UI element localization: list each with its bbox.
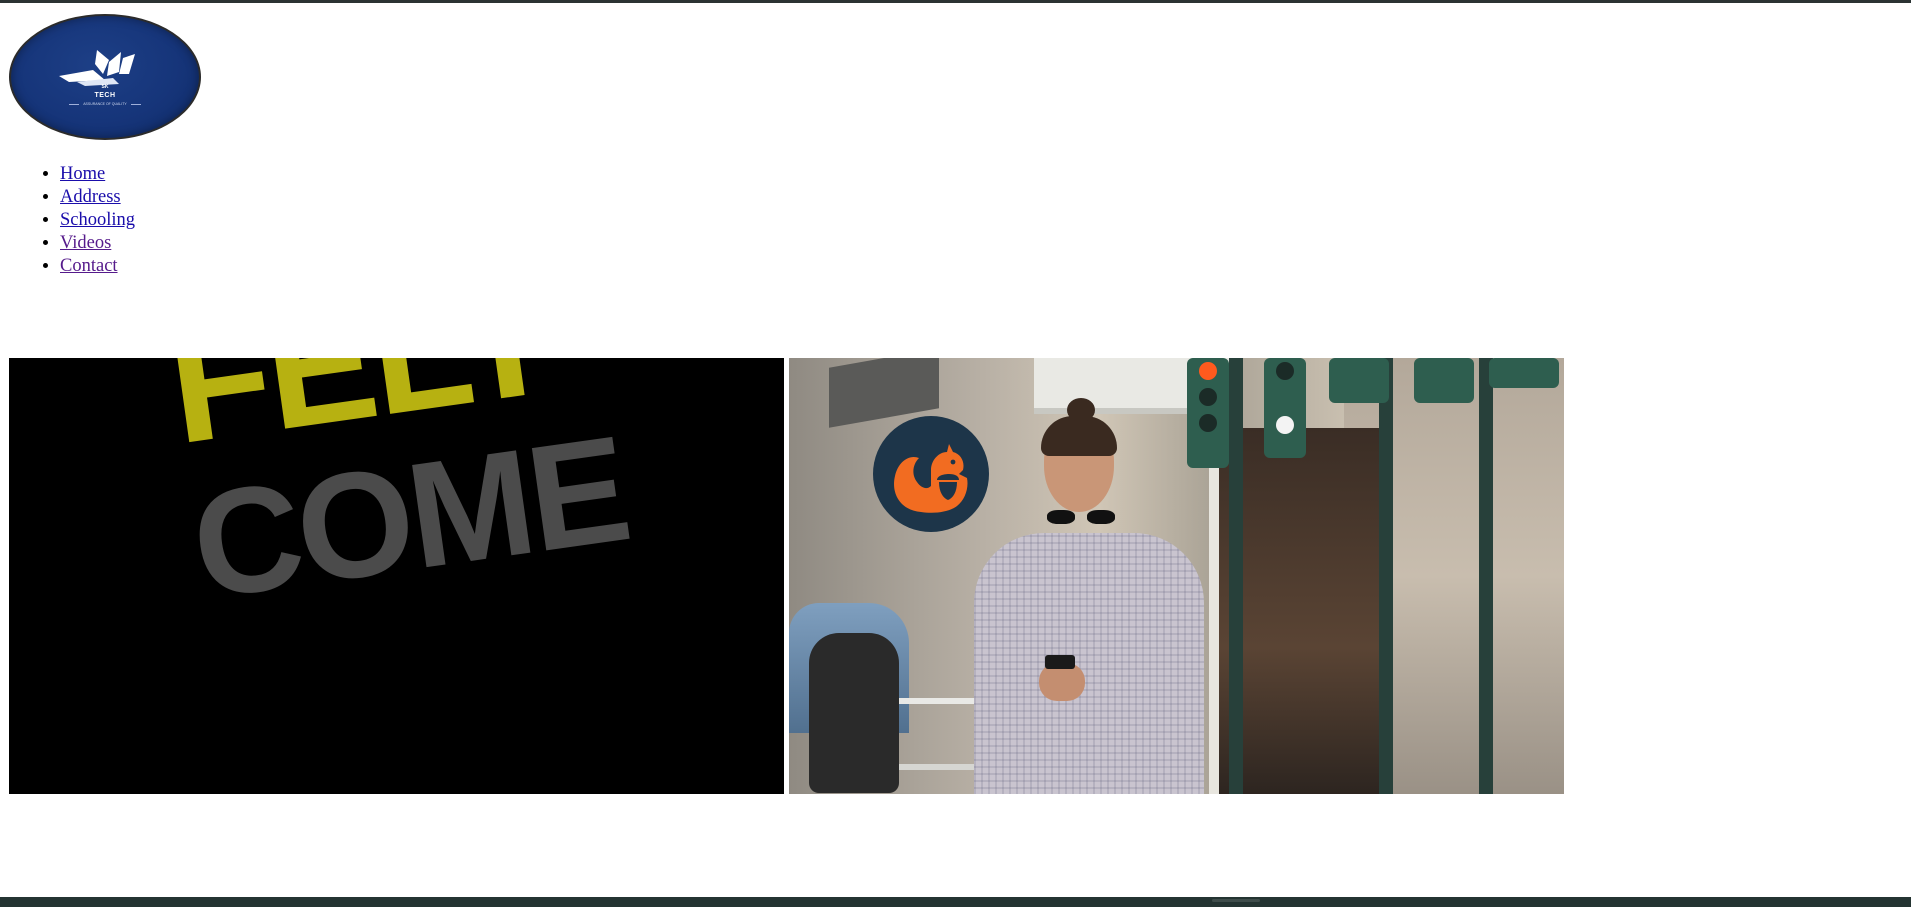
white-lamp <box>1276 416 1294 434</box>
logo-mark-icon <box>59 50 135 86</box>
nav-link-contact[interactable]: Contact <box>60 256 118 276</box>
man-hair <box>1041 416 1117 456</box>
traffic-pole <box>1229 358 1243 794</box>
video-gallery: FELT COME <box>9 358 1564 794</box>
logo-text-line1: SK <box>101 84 109 90</box>
nav-link-schooling[interactable]: Schooling <box>60 210 135 230</box>
nav-item-contact: Contact <box>60 255 135 278</box>
traffic-light <box>1264 358 1306 458</box>
man-shirt <box>974 533 1204 794</box>
lamp <box>1276 362 1294 380</box>
nav-link-home[interactable]: Home <box>60 164 105 184</box>
logo-tagline-text: ASSURANCE OF QUALITY <box>83 102 127 106</box>
nav-link-address[interactable]: Address <box>60 187 121 207</box>
main-nav: Home Address Schooling Videos Contact <box>0 163 135 278</box>
site-logo[interactable]: SK TECH ASSURANCE OF QUALITY <box>9 14 201 140</box>
man-hair-bun <box>1067 398 1095 422</box>
squirrel-icon <box>894 444 968 513</box>
traffic-light <box>1329 358 1389 403</box>
logo-text-line2: TECH <box>94 92 116 99</box>
logo-tagline: ASSURANCE OF QUALITY <box>11 102 199 106</box>
squirrel-badge <box>873 416 989 532</box>
nav-list: Home Address Schooling Videos Contact <box>0 163 135 278</box>
sunglasses <box>1047 510 1115 524</box>
traffic-light <box>1489 358 1559 388</box>
tagline-rule-right <box>130 103 141 105</box>
lamp <box>1199 388 1217 406</box>
smartphone <box>1045 655 1075 669</box>
nav-item-home: Home <box>60 163 135 186</box>
lamp <box>1199 414 1217 432</box>
video-player-right[interactable] <box>789 358 1564 794</box>
nav-item-videos: Videos <box>60 232 135 255</box>
traffic-light <box>1414 358 1474 403</box>
footer-bar <box>0 897 1911 907</box>
traffic-pole <box>1479 358 1493 794</box>
footer-handle <box>1212 899 1260 902</box>
red-lamp <box>1199 362 1217 380</box>
nav-link-videos[interactable]: Videos <box>60 233 111 253</box>
traffic-pole <box>1379 358 1393 794</box>
traffic-light <box>1187 358 1229 468</box>
tagline-rule-left <box>69 103 80 105</box>
video-player-left[interactable]: FELT COME <box>9 358 784 794</box>
logo-badge: SK TECH ASSURANCE OF QUALITY <box>9 14 201 140</box>
nav-item-address: Address <box>60 186 135 209</box>
nav-item-schooling: Schooling <box>60 209 135 232</box>
seated-person <box>809 633 899 793</box>
